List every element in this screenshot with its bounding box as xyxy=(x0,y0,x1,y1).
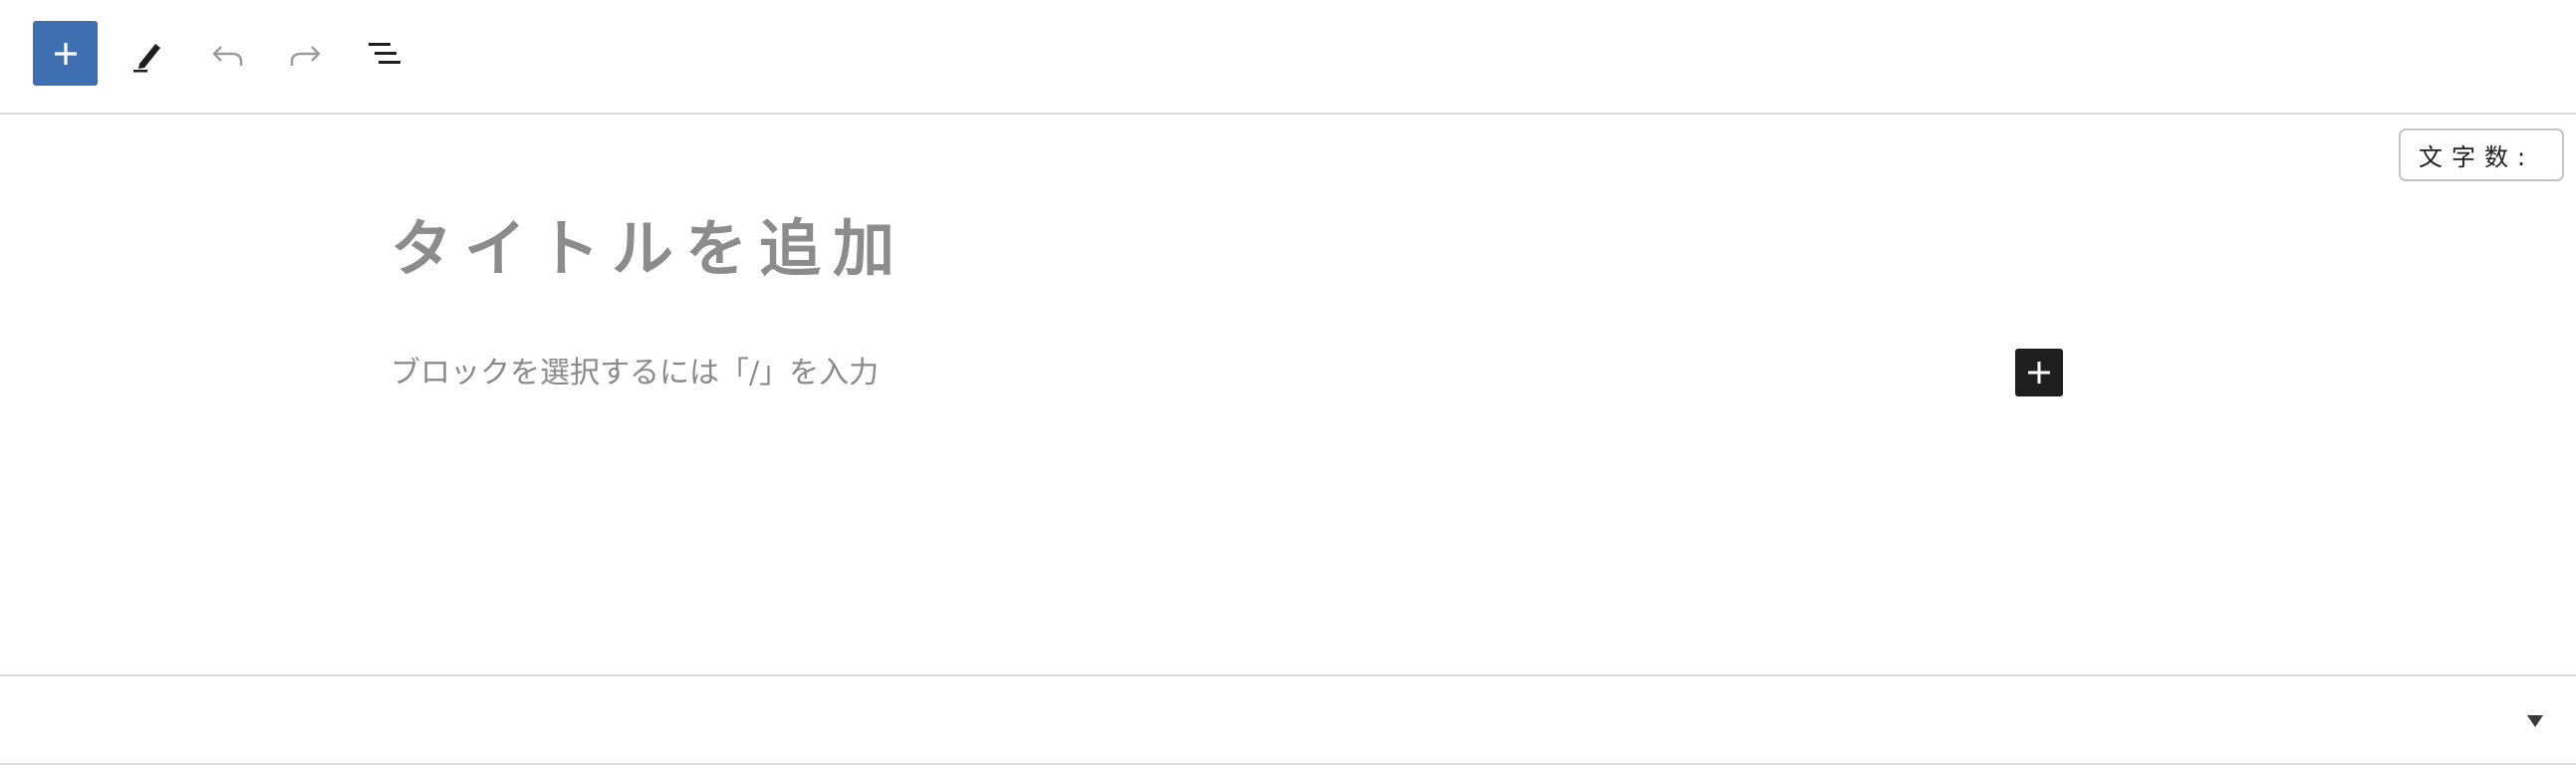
tools-button[interactable] xyxy=(124,30,171,78)
undo-icon xyxy=(212,46,243,66)
block-inserter-button[interactable] xyxy=(2015,349,2063,396)
editor-footer-panel xyxy=(0,674,2576,765)
block-appender-input[interactable]: ブロックを選択するには「/」を入力 xyxy=(390,349,1885,398)
character-count-badge: 文字数: xyxy=(2399,129,2564,181)
undo-button[interactable] xyxy=(203,30,251,78)
editor-toolbar xyxy=(0,0,2576,115)
document-outline-button[interactable] xyxy=(361,30,408,78)
list-view-icon xyxy=(369,43,400,64)
panel-toggle-button[interactable] xyxy=(2520,709,2550,733)
pencil-icon xyxy=(133,44,160,73)
block-inserter-toggle-button[interactable] xyxy=(33,21,98,86)
plus-icon xyxy=(54,42,77,65)
plus-icon xyxy=(2028,362,2050,384)
caret-down-icon xyxy=(2527,715,2543,727)
redo-icon xyxy=(290,46,321,66)
redo-button[interactable] xyxy=(282,30,330,78)
post-title-input[interactable]: タイトルを追加 xyxy=(390,204,2084,294)
